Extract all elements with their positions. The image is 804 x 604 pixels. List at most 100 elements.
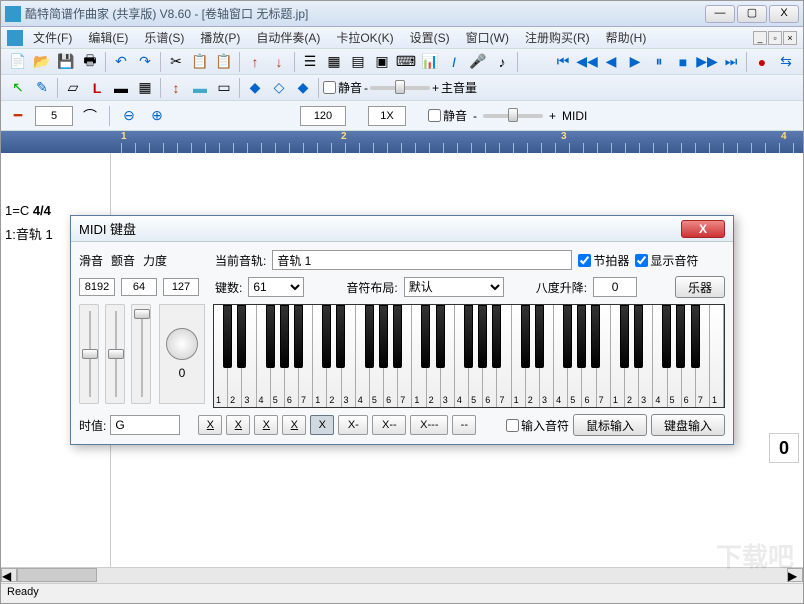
text-icon[interactable]: I <box>443 51 465 73</box>
new-icon[interactable]: 📄 <box>7 51 29 73</box>
menu-file[interactable]: 文件(F) <box>27 27 78 48</box>
menu-karaoke[interactable]: 卡拉OK(K) <box>330 27 399 48</box>
keyboard-input-button[interactable]: 键盘输入 <box>651 414 725 436</box>
cut-icon[interactable]: ✂ <box>165 51 187 73</box>
dialog-titlebar[interactable]: MIDI 键盘 X <box>71 216 733 242</box>
white-key[interactable]: 5 <box>370 305 384 407</box>
connect-icon[interactable]: ━ <box>7 105 29 127</box>
loop-icon[interactable]: ⇆ <box>775 51 797 73</box>
bar-icon[interactable]: ▭ <box>213 77 235 99</box>
mic-icon[interactable]: 🎤 <box>467 51 489 73</box>
prev-icon[interactable]: ◀◀ <box>576 51 598 73</box>
tie-icon[interactable]: ⌒ <box>79 105 101 127</box>
instrument-button[interactable]: 乐器 <box>675 276 725 298</box>
white-key[interactable]: 4 <box>356 305 370 407</box>
open-icon[interactable]: 📂 <box>31 51 53 73</box>
white-key[interactable]: 3 <box>242 305 256 407</box>
block-icon[interactable]: ▬ <box>189 77 211 99</box>
white-key[interactable]: 3 <box>342 305 356 407</box>
menu-register[interactable]: 注册购买(R) <box>519 27 596 48</box>
note-icon[interactable]: ♪ <box>491 51 513 73</box>
note-btn-0[interactable]: X <box>198 415 222 435</box>
white-key[interactable]: 6 <box>582 305 596 407</box>
midi-volume-slider[interactable] <box>483 114 543 118</box>
stop-icon[interactable]: ■ <box>672 51 694 73</box>
redo-icon[interactable]: ↷ <box>134 51 156 73</box>
white-key[interactable]: 5 <box>568 305 582 407</box>
white-key[interactable]: 1 <box>214 305 228 407</box>
play-icon[interactable]: ▶ <box>624 51 646 73</box>
pitch-slider[interactable] <box>79 304 99 404</box>
tempo-field[interactable] <box>300 106 346 126</box>
white-key[interactable]: 1 <box>512 305 526 407</box>
table-icon[interactable]: ▦ <box>134 77 156 99</box>
piano-keyboard[interactable]: 123456712345671234567123456712345671 <box>213 304 725 408</box>
white-key[interactable]: 4 <box>257 305 271 407</box>
rewind-icon[interactable]: ◀ <box>600 51 622 73</box>
timeline-ruler[interactable]: 1 2 3 4 <box>1 131 803 153</box>
white-key[interactable]: 7 <box>497 305 511 407</box>
white-key[interactable]: 2 <box>327 305 341 407</box>
white-key[interactable]: 7 <box>696 305 710 407</box>
master-volume-slider[interactable] <box>370 86 430 90</box>
menu-window[interactable]: 窗口(W) <box>460 27 515 48</box>
note-btn-6[interactable]: X-- <box>372 415 406 435</box>
white-key[interactable]: 2 <box>526 305 540 407</box>
note-btn-2[interactable]: X <box>254 415 278 435</box>
menu-edit[interactable]: 编辑(E) <box>82 27 134 48</box>
white-key[interactable]: 6 <box>682 305 696 407</box>
bars-icon[interactable]: 📊 <box>419 51 441 73</box>
white-key[interactable]: 6 <box>384 305 398 407</box>
dialog-close-button[interactable]: X <box>681 220 725 238</box>
marker-icon[interactable]: ▬ <box>110 77 132 99</box>
window-icon[interactable]: ▣ <box>371 51 393 73</box>
maximize-button[interactable]: ▢ <box>737 5 767 23</box>
metronome-checkbox[interactable]: 节拍器 <box>578 252 629 269</box>
white-key[interactable]: 2 <box>228 305 242 407</box>
white-key[interactable]: 4 <box>554 305 568 407</box>
white-key[interactable]: 7 <box>398 305 412 407</box>
white-key[interactable]: 3 <box>639 305 653 407</box>
menu-accomp[interactable]: 自动伴奏(A) <box>250 27 326 48</box>
zoom-in-icon[interactable]: ⊕ <box>146 105 168 127</box>
white-key[interactable]: 5 <box>271 305 285 407</box>
zoom-out-icon[interactable]: ⊖ <box>118 105 140 127</box>
save-icon[interactable]: 💾 <box>55 51 77 73</box>
chart-icon[interactable]: ▤ <box>347 51 369 73</box>
white-key[interactable]: 4 <box>455 305 469 407</box>
mute2-checkbox[interactable]: 静音 <box>428 107 467 124</box>
white-key[interactable]: 2 <box>625 305 639 407</box>
mdi-restore[interactable]: ▫ <box>768 31 782 45</box>
pan-knob[interactable]: 0 <box>159 304 205 404</box>
tremolo-slider[interactable] <box>105 304 125 404</box>
ffwd-icon[interactable]: ▶▶ <box>696 51 718 73</box>
mdi-min[interactable]: _ <box>753 31 767 45</box>
white-key[interactable]: 6 <box>285 305 299 407</box>
white-key[interactable]: 1 <box>710 305 724 407</box>
pencil-icon[interactable]: ✎ <box>31 77 53 99</box>
note-btn-1[interactable]: X <box>226 415 250 435</box>
hscrollbar[interactable]: ◀ ▶ <box>1 567 803 583</box>
layout-select[interactable]: 默认 <box>404 277 504 297</box>
value-field[interactable] <box>35 106 73 126</box>
undo-icon[interactable]: ↶ <box>110 51 132 73</box>
white-key[interactable]: 3 <box>540 305 554 407</box>
pause-icon[interactable]: ⏸ <box>648 51 670 73</box>
show-notes-checkbox[interactable]: 显示音符 <box>635 252 698 269</box>
white-key[interactable]: 5 <box>469 305 483 407</box>
note-btn-3[interactable]: X <box>282 415 306 435</box>
white-key[interactable]: 6 <box>483 305 497 407</box>
copy-icon[interactable]: 📋 <box>189 51 211 73</box>
up-icon[interactable]: ↑ <box>244 51 266 73</box>
white-key[interactable]: 5 <box>668 305 682 407</box>
minimize-button[interactable]: — <box>705 5 735 23</box>
down-icon[interactable]: ↓ <box>268 51 290 73</box>
menu-settings[interactable]: 设置(S) <box>404 27 456 48</box>
triplet3-icon[interactable]: ◆ <box>292 77 314 99</box>
triplet2-icon[interactable]: ◇ <box>268 77 290 99</box>
note-btn-7[interactable]: X--- <box>410 415 448 435</box>
menu-play[interactable]: 播放(P) <box>194 27 246 48</box>
white-key[interactable]: 3 <box>441 305 455 407</box>
zoom-field[interactable] <box>368 106 406 126</box>
keys-select[interactable]: 61 <box>248 277 304 297</box>
